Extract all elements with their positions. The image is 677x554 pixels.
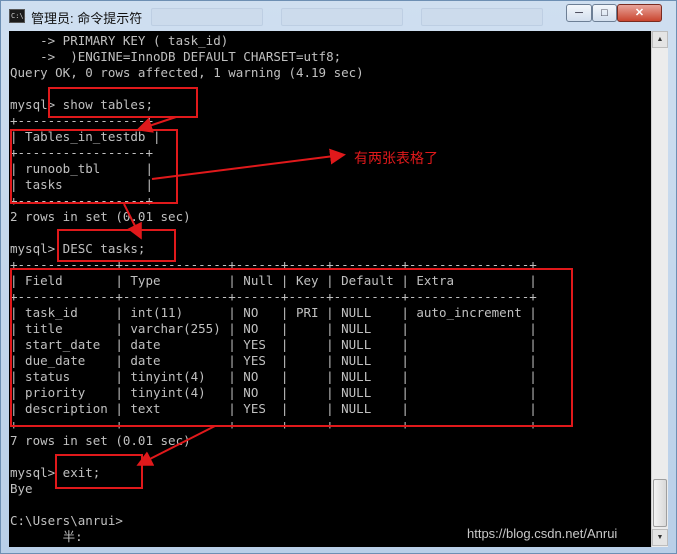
arrow-to-exit-command [136, 425, 216, 466]
watermark-text: https://blog.csdn.net/Anrui [467, 526, 618, 541]
arrow-to-desc-command [123, 203, 142, 240]
annotation-text: 有两张表格了 [354, 150, 438, 166]
arrow-to-annotation [151, 148, 346, 180]
annotation-arrows [123, 116, 346, 466]
arrow-to-tables-list [136, 116, 177, 133]
